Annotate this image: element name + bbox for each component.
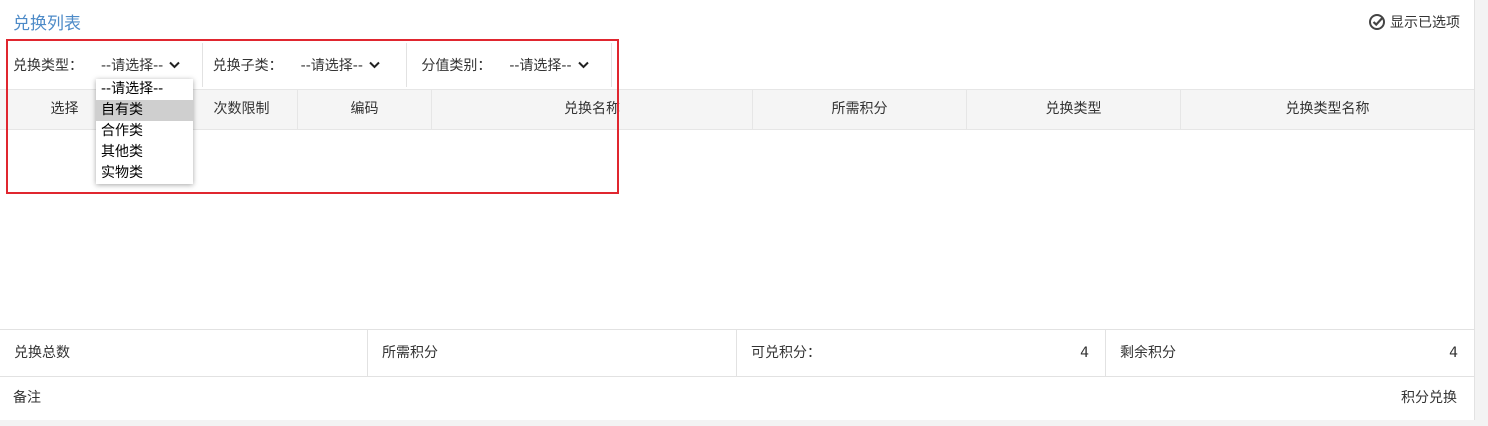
exchange-subtype-value: --请选择--: [300, 58, 363, 74]
filter-exchange-subtype-label: 兑换子类：: [212, 58, 283, 74]
summary-row: 兑换总数 所需积分 可兑积分： 4 剩余积分 4: [0, 329, 1474, 377]
chevron-down-icon: [369, 61, 380, 69]
summary-available: 可兑积分： 4: [737, 330, 1106, 376]
column-header-type-name: 兑换类型名称: [1285, 101, 1370, 117]
exchange-subtype-select[interactable]: --请选择--: [301, 55, 390, 75]
filter-score-category: 分值类别： --请选择--: [407, 43, 612, 87]
filter-exchange-subtype: 兑换子类： --请选择--: [203, 43, 408, 87]
bottom-gutter: [0, 420, 1488, 426]
table-header: 选择 次数限制 编码 兑换名称 所需积分 兑换类型 兑换类型名称: [0, 89, 1474, 130]
show-selected-toggle[interactable]: 显示已选项: [1368, 12, 1460, 32]
summary-available-label: 可兑积分：: [751, 345, 821, 361]
column-header-points: 所需积分: [753, 90, 967, 129]
footer-row: 备注 积分兑换: [0, 376, 1474, 421]
summary-remaining-value: 4: [1449, 345, 1458, 361]
column-header-name: 兑换名称: [432, 90, 753, 129]
exchange-points-button[interactable]: 积分兑换: [1401, 376, 1457, 420]
chevron-down-icon: [577, 61, 589, 69]
score-category-value: --请选择--: [509, 58, 572, 74]
summary-remaining: 剩余积分 4: [1106, 330, 1474, 376]
summary-available-value: 4: [1080, 345, 1089, 361]
column-header-code: 编码: [298, 90, 432, 129]
dropdown-option[interactable]: 实物类: [96, 163, 193, 184]
summary-total: 兑换总数: [0, 330, 368, 376]
show-selected-label: 显示已选项: [1390, 15, 1460, 31]
filter-exchange-type-label: 兑换类型：: [13, 58, 83, 74]
dropdown-option[interactable]: 合作类: [96, 121, 193, 142]
dropdown-option[interactable]: --请选择--: [96, 79, 193, 100]
summary-total-label: 兑换总数: [14, 345, 70, 361]
summary-remaining-label: 剩余积分: [1120, 345, 1176, 361]
score-category-select[interactable]: --请选择--: [509, 55, 598, 75]
filter-score-category-label: 分值类别：: [421, 58, 492, 74]
summary-required-label: 所需积分: [382, 345, 438, 361]
remark-label: 备注: [13, 390, 41, 406]
column-header-type: 兑换类型: [967, 90, 1181, 129]
check-circle-icon: [1369, 14, 1385, 30]
dropdown-option-highlighted[interactable]: 自有类: [96, 100, 193, 121]
exchange-type-select[interactable]: --请选择--: [101, 55, 190, 75]
exchange-type-dropdown: --请选择-- 自有类 合作类 其他类 实物类: [96, 79, 193, 184]
summary-required: 所需积分: [368, 330, 737, 376]
chevron-down-icon: [169, 61, 180, 69]
dropdown-option[interactable]: 其他类: [96, 142, 193, 163]
scrollbar-track[interactable]: [1475, 0, 1488, 426]
exchange-type-value: --请选择--: [101, 58, 164, 74]
page-title: 兑换列表: [13, 14, 81, 34]
